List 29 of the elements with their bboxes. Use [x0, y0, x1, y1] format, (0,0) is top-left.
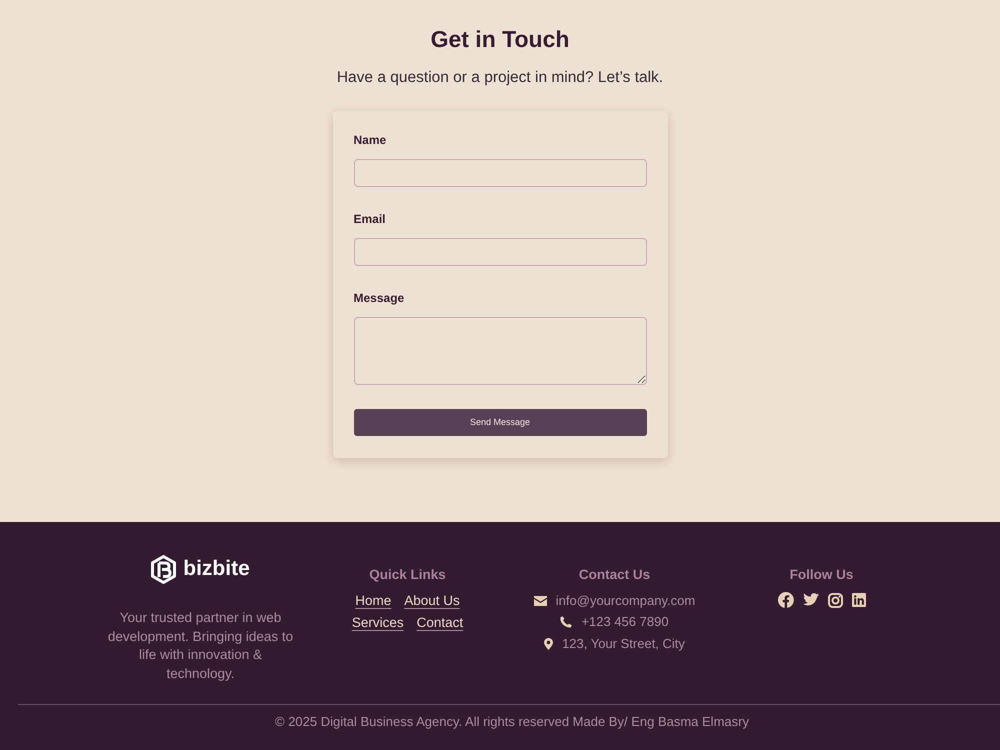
envelope-icon	[534, 596, 547, 606]
footer-link[interactable]: Services	[352, 613, 404, 633]
instagram-icon[interactable]	[828, 592, 842, 608]
field-label: Email	[354, 211, 387, 227]
facebook-icon[interactable]	[778, 592, 794, 608]
contact-info-text: +123 456 7890	[581, 613, 669, 632]
footer-link[interactable]: About Us	[404, 591, 460, 611]
contact-info-text: info@yourcompany.com	[556, 592, 696, 610]
quick-links-heading: Quick Links	[369, 566, 446, 584]
field-label: Message	[354, 290, 406, 306]
copyright-text: © 2025 Digital Business Agency. All rights reserved Made By/ Eng Basma Elmasry	[274, 713, 750, 731]
linkedin-icon[interactable]	[852, 593, 866, 607]
footer-link[interactable]: Home	[355, 591, 392, 611]
text-input-field[interactable]	[354, 159, 646, 187]
brand-description: Your trusted partner in web development. Bringing ideas to life with innovation & technology.	[106, 609, 294, 683]
field-label: Name	[354, 132, 388, 148]
brand-name: bizbite	[183, 556, 250, 582]
send-message-button[interactable]: Send Message	[354, 409, 646, 436]
twitter-bird-icon[interactable]	[802, 593, 818, 607]
footer-link[interactable]: Contact	[416, 613, 464, 633]
contact-info-text: 123, Your Street, City	[562, 634, 685, 653]
phone-icon	[560, 616, 572, 628]
contact-heading: Contact Us	[578, 566, 650, 584]
hexagon-logo-icon	[151, 554, 176, 584]
map-pin-icon	[544, 638, 554, 650]
page-title: Get in Touch	[430, 25, 570, 54]
page-subtitle: Have a question or a project in mind? Let’s talk.	[336, 68, 664, 88]
text-input-field[interactable]	[354, 238, 646, 266]
follow-heading: Follow Us	[790, 566, 854, 584]
